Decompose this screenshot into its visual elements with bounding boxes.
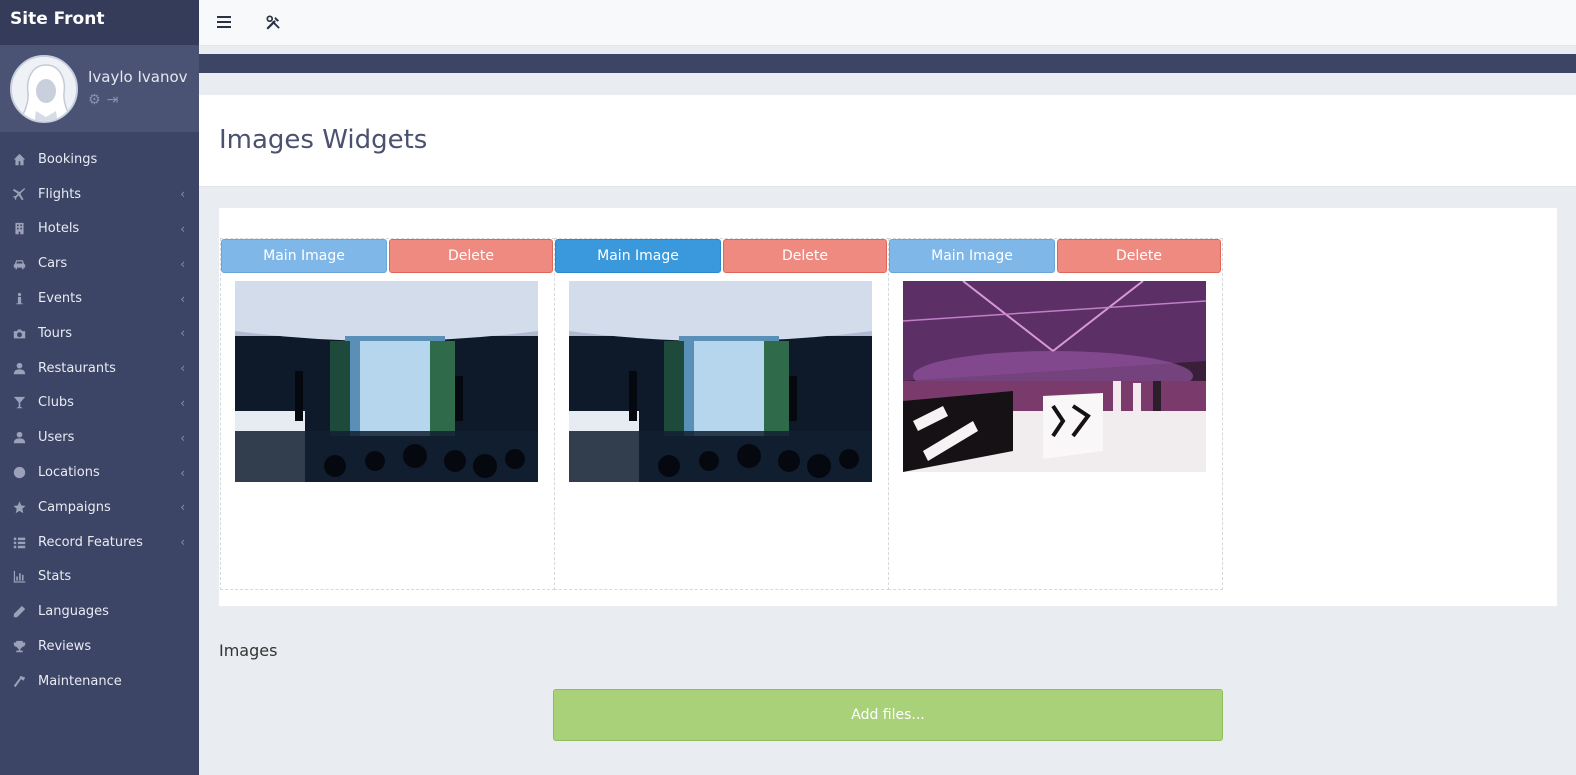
sidebar-item-label: Hotels — [38, 221, 80, 237]
sidebar-item-flights[interactable]: Flights ‹ — [0, 177, 199, 212]
sidebar-item-label: Restaurants — [38, 360, 116, 376]
sidebar-item-reviews[interactable]: Reviews — [0, 629, 199, 664]
sidebar-item-label: Users — [38, 430, 75, 446]
chevron-left-icon: ‹ — [180, 187, 185, 202]
image-thumbnail[interactable] — [569, 281, 872, 482]
sidebar-item-label: Flights — [38, 186, 82, 202]
sidebar-item-campaigns[interactable]: Campaigns ‹ — [0, 490, 199, 525]
user-actions: ⚙ ⇥ — [88, 93, 118, 107]
image-card: Main Image Delete — [888, 238, 1223, 590]
user-panel: Ivaylo Ivanov ⚙ ⇥ — [0, 45, 199, 132]
sidebar-item-bookings[interactable]: Bookings — [0, 142, 199, 177]
camera-icon — [12, 326, 26, 340]
sidebar-item-restaurants[interactable]: Restaurants ‹ — [0, 351, 199, 386]
image-card: Main Image Delete — [220, 238, 555, 590]
list-icon — [12, 535, 26, 549]
sidebar: Site Front Ivaylo Ivanov ⚙ ⇥ Bookings Fli… — [0, 0, 199, 775]
sidebar-item-label: Campaigns — [38, 499, 111, 515]
brand-title[interactable]: Site Front — [0, 0, 199, 45]
image-card: Main Image Delete — [554, 238, 889, 590]
car-icon — [12, 257, 26, 271]
info-icon — [12, 292, 26, 306]
user-icon — [12, 361, 26, 375]
home-icon — [12, 152, 26, 166]
sidebar-item-record-features[interactable]: Record Features ‹ — [0, 525, 199, 560]
chevron-left-icon: ‹ — [180, 465, 185, 480]
tools-icon[interactable] — [261, 11, 285, 33]
chevron-left-icon: ‹ — [180, 221, 185, 236]
sidebar-item-label: Events — [38, 291, 83, 307]
chevron-left-icon: ‹ — [180, 535, 185, 550]
chevron-left-icon: ‹ — [180, 395, 185, 410]
delete-button[interactable]: Delete — [1057, 239, 1221, 273]
sidebar-item-maintenance[interactable]: Maintenance — [0, 664, 199, 699]
chevron-left-icon: ‹ — [180, 326, 185, 341]
sidebar-item-label: Maintenance — [38, 673, 122, 689]
chart-icon — [12, 570, 26, 584]
user-icon — [12, 431, 26, 445]
image-thumbnail[interactable] — [903, 281, 1206, 472]
trophy-icon — [12, 640, 26, 654]
gear-icon[interactable]: ⚙ — [88, 93, 101, 107]
sidebar-item-tours[interactable]: Tours ‹ — [0, 316, 199, 351]
topbar — [199, 0, 1576, 46]
image-actions: Main Image Delete — [221, 239, 554, 273]
images-panel: Main Image Delete Main Image Delete Main… — [219, 208, 1557, 606]
sidebar-item-label: Bookings — [38, 151, 98, 167]
pencil-icon — [12, 605, 26, 619]
title-panel: Images Widgets — [199, 95, 1576, 187]
page-title: Images Widgets — [219, 125, 428, 155]
hammer-icon — [12, 674, 26, 688]
chevron-left-icon: ‹ — [180, 430, 185, 445]
menu-icon[interactable] — [212, 11, 236, 33]
sidebar-item-label: Cars — [38, 256, 68, 272]
globe-icon — [12, 466, 26, 480]
chevron-left-icon: ‹ — [180, 500, 185, 515]
chevron-left-icon: ‹ — [180, 361, 185, 376]
user-name: Ivaylo Ivanov — [88, 68, 188, 86]
glass-icon — [12, 396, 26, 410]
chevron-left-icon: ‹ — [180, 291, 185, 306]
sidebar-menu: Bookings Flights ‹ Hotels ‹ Cars ‹ Events ‹ Tours… — [0, 132, 199, 699]
sidebar-item-label: Reviews — [38, 639, 92, 655]
sign-out-icon[interactable]: ⇥ — [107, 93, 119, 107]
sidebar-item-label: Languages — [38, 604, 109, 620]
sidebar-item-label: Record Features — [38, 534, 143, 550]
image-actions: Main Image Delete — [889, 239, 1222, 273]
main-image-button[interactable]: Main Image — [889, 239, 1055, 273]
main-image-button[interactable]: Main Image — [555, 239, 721, 273]
star-icon — [12, 500, 26, 514]
sidebar-item-label: Stats — [38, 569, 72, 585]
sidebar-item-clubs[interactable]: Clubs ‹ — [0, 386, 199, 421]
sidebar-item-languages[interactable]: Languages — [0, 594, 199, 629]
sidebar-item-label: Tours — [38, 325, 73, 341]
image-thumbnail[interactable] — [235, 281, 538, 482]
sidebar-item-hotels[interactable]: Hotels ‹ — [0, 212, 199, 247]
sidebar-item-cars[interactable]: Cars ‹ — [0, 246, 199, 281]
delete-button[interactable]: Delete — [389, 239, 553, 273]
sidebar-item-locations[interactable]: Locations ‹ — [0, 455, 199, 490]
building-icon — [12, 222, 26, 236]
images-section-label: Images — [219, 641, 278, 660]
plane-icon — [12, 187, 26, 201]
accent-bar — [199, 54, 1576, 73]
sidebar-item-label: Locations — [38, 465, 100, 481]
add-files-button[interactable]: Add files... — [553, 689, 1223, 741]
sidebar-item-stats[interactable]: Stats — [0, 560, 199, 595]
sidebar-item-label: Clubs — [38, 395, 74, 411]
avatar[interactable] — [10, 55, 78, 123]
image-actions: Main Image Delete — [555, 239, 888, 273]
sidebar-item-users[interactable]: Users ‹ — [0, 420, 199, 455]
chevron-left-icon: ‹ — [180, 256, 185, 271]
sidebar-item-events[interactable]: Events ‹ — [0, 281, 199, 316]
delete-button[interactable]: Delete — [723, 239, 887, 273]
main-image-button[interactable]: Main Image — [221, 239, 387, 273]
